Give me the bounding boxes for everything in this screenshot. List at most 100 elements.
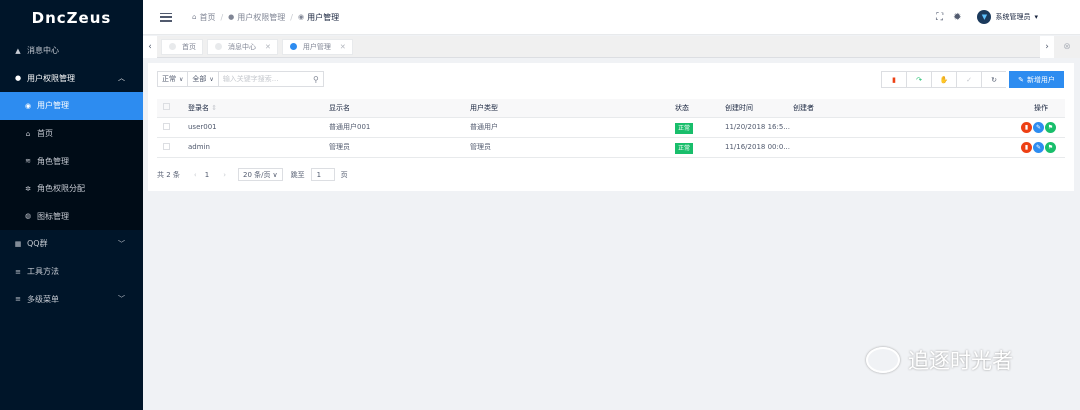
restore-button[interactable]: ↷ — [906, 71, 931, 88]
assign-role-icon[interactable]: ⚑ — [1045, 121, 1056, 133]
cell-login: admin — [188, 137, 329, 158]
assign-role-icon[interactable]: ⚑ — [1045, 141, 1056, 153]
users-icon: ● — [228, 13, 235, 21]
breadcrumb-user-permissions[interactable]: 用户权限管理 — [237, 12, 285, 23]
column-login[interactable]: 登录名 ⇕ — [188, 99, 329, 118]
chevron-down-icon: ∨ — [179, 75, 184, 83]
sidebar-item-roles[interactable]: ≋ 角色管理 — [0, 147, 143, 175]
sidebar-item-qq-group[interactable]: ▦ QQ群 ﹀ — [0, 230, 143, 258]
column-actions: 操作 — [958, 99, 1065, 118]
edit-icon[interactable]: ✎ — [1033, 121, 1044, 133]
sidebar-item-user-management[interactable]: ◉ 用户管理 — [0, 92, 143, 120]
menu-icon: ≡ — [15, 295, 21, 304]
select-all-checkbox[interactable] — [163, 103, 170, 111]
disable-button[interactable]: ✋ — [931, 71, 956, 88]
cell-created: 11/16/2018 00:0... — [725, 137, 793, 158]
user-icon: ◉ — [297, 13, 305, 21]
close-all-tabs-icon[interactable]: ⊗ — [1054, 36, 1080, 58]
chevron-up-icon: ︿ — [118, 74, 125, 83]
trash-icon[interactable]: ▮ — [1021, 141, 1032, 153]
column-type: 用户类型 — [470, 99, 675, 118]
sidebar-item-tools[interactable]: ≡ 工具方法 — [0, 258, 143, 286]
column-created: 创建时间 — [725, 99, 793, 118]
row-checkbox[interactable] — [163, 122, 170, 130]
scope-select[interactable]: 全部 ∨ — [187, 71, 218, 87]
bell-icon: ▲ — [15, 46, 21, 55]
breadcrumb-home[interactable]: 首页 — [199, 12, 215, 23]
user-list-card: 正常 ∨ 全部 ∨ 输入关键字搜索... ⚲ ▮ ↷ ✋ ✓ ↻ ✎ 新增用户 登录名 … — [148, 63, 1074, 191]
cell-display: 普通用户001 — [329, 117, 470, 138]
status-badge: 正常 — [675, 142, 694, 154]
fullscreen-icon[interactable]: ⛶ — [936, 12, 943, 23]
tabs-prev-arrow-icon[interactable]: ‹ — [143, 35, 157, 58]
sidebar-item-user-permissions[interactable]: ● 用户权限管理 ︿ — [0, 65, 143, 93]
refresh-button[interactable]: ↻ — [981, 71, 1006, 88]
delete-button[interactable]: ▮ — [881, 71, 906, 88]
home-icon: ⌂ — [25, 129, 31, 138]
sidebar-item-home[interactable]: ⌂ 首页 — [0, 119, 143, 148]
tabs-next-arrow-icon[interactable]: › — [1040, 36, 1054, 58]
sidebar-item-multilevel[interactable]: ≡ 多级菜单 ﹀ — [0, 285, 143, 313]
jump-label: 跳至 — [290, 170, 305, 179]
cell-type: 管理员 — [470, 137, 675, 158]
sidebar-item-role-permissions[interactable]: ✲ 角色权限分配 — [0, 174, 143, 203]
menu-icon: ≡ — [15, 267, 21, 276]
permission-icon: ✲ — [25, 184, 31, 193]
wechat-icon — [866, 347, 900, 373]
user-icon: ◉ — [24, 101, 32, 110]
tab-home[interactable]: 首页 — [161, 38, 203, 55]
status-badge: 正常 — [675, 122, 694, 134]
chevron-down-icon: ∨ — [272, 170, 278, 179]
sort-icon[interactable]: ⇕ — [211, 104, 217, 112]
column-status: 状态 — [675, 99, 725, 118]
cell-login: user001 — [188, 117, 329, 138]
chevron-down-icon: ﹀ — [118, 295, 125, 304]
next-page-icon[interactable]: › — [223, 171, 226, 179]
home-icon: ⌂ — [192, 13, 197, 21]
header-actions: ⛶ ✹ ▼ 系统管理员 ▾ — [926, 10, 1038, 24]
search-input[interactable]: 输入关键字搜索... ⚲ — [217, 71, 324, 87]
users-icon: ● — [14, 74, 22, 83]
cell-creator — [793, 117, 958, 138]
tags-bar: ‹ 首页 消息中心 ✕ 用户管理 ✕ › ⊗ — [143, 35, 1080, 58]
page-suffix: 页 — [340, 170, 348, 179]
watermark: 追逐时光者 — [866, 345, 1013, 375]
tab-messages[interactable]: 消息中心 ✕ — [207, 38, 278, 55]
status-select[interactable]: 正常 ∨ — [157, 71, 188, 87]
breadcrumb: ⌂ 首页 / ● 用户权限管理 / ◉ 用户管理 — [192, 12, 340, 23]
table-row: admin 管理员 管理员 正常 11/16/2018 00:0... ▮ ✎ … — [157, 137, 1065, 158]
search-icon[interactable]: ⚲ — [313, 75, 319, 84]
cell-type: 普通用户 — [470, 117, 675, 138]
total-count: 共 2 条 — [157, 170, 180, 179]
user-table: 登录名 ⇕ 显示名 用户类型 状态 创建时间 创建者 操作 user001 普通… — [157, 99, 1065, 158]
cell-display: 管理员 — [329, 137, 470, 158]
image-icon: ◍ — [24, 212, 32, 221]
page-size-select[interactable]: 20 条/页 ∨ — [238, 168, 283, 181]
sidebar-item-messages[interactable]: ▲ 消息中心 — [0, 37, 143, 65]
breadcrumb-current: 用户管理 — [307, 12, 340, 22]
add-user-button[interactable]: ✎ 新增用户 — [1009, 71, 1064, 88]
enable-button[interactable]: ✓ — [956, 71, 981, 88]
jump-input[interactable]: 1 — [310, 168, 335, 181]
grid-icon: ▦ — [14, 239, 22, 248]
row-checkbox[interactable] — [163, 142, 170, 150]
pagination: 共 2 条 ‹ 1 › 20 条/页 ∨ 跳至 1 页 — [157, 168, 348, 181]
hamburger-icon[interactable] — [160, 12, 172, 22]
user-name[interactable]: 系统管理员 — [995, 12, 1030, 22]
caret-down-icon[interactable]: ▾ — [1034, 13, 1038, 21]
column-creator: 创建者 — [793, 99, 958, 118]
table-row: user001 普通用户001 普通用户 正常 11/20/2018 16:5.… — [157, 117, 1065, 138]
bug-icon[interactable]: ✹ — [953, 12, 961, 23]
edit-icon[interactable]: ✎ — [1033, 141, 1044, 153]
app-logo: DncZeus — [31, 9, 112, 27]
sidebar-item-icons[interactable]: ◍ 图标管理 — [0, 202, 143, 231]
close-icon[interactable]: ✕ — [340, 43, 346, 51]
chevron-down-icon: ∨ — [209, 75, 214, 83]
avatar[interactable]: ▼ — [977, 10, 992, 24]
prev-page-icon[interactable]: ‹ — [194, 171, 197, 179]
page-number[interactable]: 1 — [205, 171, 209, 179]
table-header-row: 登录名 ⇕ 显示名 用户类型 状态 创建时间 创建者 操作 — [157, 99, 1065, 118]
close-icon[interactable]: ✕ — [265, 43, 271, 51]
tab-user-management[interactable]: 用户管理 ✕ — [281, 38, 353, 55]
trash-icon[interactable]: ▮ — [1021, 121, 1032, 133]
